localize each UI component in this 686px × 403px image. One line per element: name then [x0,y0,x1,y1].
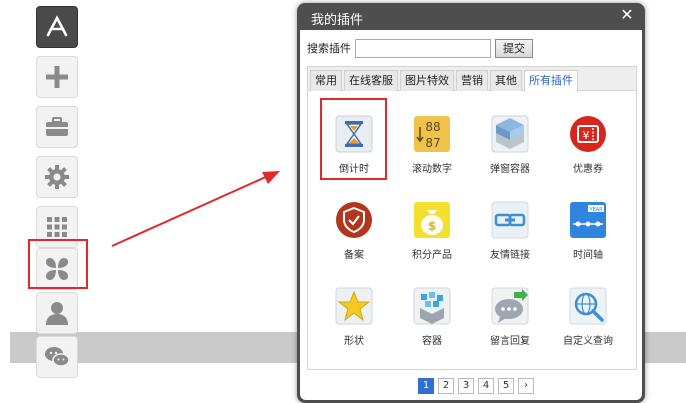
tab-online-service[interactable]: 在线客服 [344,70,398,91]
plugin-tabs-panel: 常用 在线客服 图片特效 营销 其他 所有插件 倒计时 88 87 滚动数字 弹… [307,66,637,370]
pagination: 1 2 3 4 5 › [418,378,538,394]
timeline-icon: YEAR [570,202,606,238]
toolbar-highlight-box [28,239,88,289]
plugin-label: 优惠券 [573,164,603,175]
page-5[interactable]: 5 [498,378,514,394]
next-page-button[interactable]: › [518,378,534,394]
dialog-body: 搜索插件 提交 常用 在线客服 图片特效 营销 其他 所有插件 倒计时 88 8… [300,30,642,400]
plugin-coupon[interactable]: ¥ 优惠券 [553,114,623,184]
toolbar-add-button[interactable] [36,56,78,98]
plugin-label: 备案 [344,250,364,261]
tab-common[interactable]: 常用 [310,70,342,91]
svg-text:¥: ¥ [583,129,590,142]
toolbar-toolbox-button[interactable] [36,106,78,148]
shield-icon [336,202,372,238]
page-3[interactable]: 3 [458,378,474,394]
page-2[interactable]: 2 [438,378,454,394]
plugin-label: 积分产品 [412,250,452,261]
plugin-filing[interactable]: 备案 [319,200,389,270]
plugin-label: 形状 [344,336,364,347]
plugin-grid: 倒计时 88 87 滚动数字 弹窗容器 ¥ 优惠券 备案 $ 积分产品 友情链接… [308,92,636,370]
plugin-label: 滚动数字 [412,164,452,175]
search-row: 搜索插件 提交 [307,38,533,58]
person-icon [46,302,68,325]
chat-reply-icon [491,287,529,325]
toolbar-user-button[interactable] [36,292,78,334]
plugin-highlight-box [320,98,387,180]
plugin-popup-container[interactable]: 弹窗容器 [475,114,545,184]
link-icon [491,201,529,239]
plugin-label: 自定义查询 [563,336,613,347]
toolbar-wechat-button[interactable] [36,336,78,378]
tab-marketing[interactable]: 营销 [456,70,488,91]
plus-icon [46,66,68,88]
svg-text:YEAR: YEAR [588,207,603,213]
star-icon [335,287,373,325]
grid-icon [47,217,67,237]
search-input[interactable] [355,38,491,58]
svg-text:87: 87 [425,136,440,150]
page-1[interactable]: 1 [418,378,434,394]
plugin-points-product[interactable]: $ 积分产品 [397,200,467,270]
tab-image-effects[interactable]: 图片特效 [400,70,454,91]
toolbox-icon [46,117,68,136]
plugin-shape[interactable]: 形状 [319,286,389,356]
dialog-title: 我的插件 [311,13,364,28]
close-icon[interactable]: ✕ [619,7,635,23]
plugin-custom-query[interactable]: 自定义查询 [553,286,623,356]
tab-other[interactable]: 其他 [490,70,522,91]
gear-icon [45,165,69,189]
popup-layers-icon [491,115,529,153]
plugin-label: 容器 [422,336,442,347]
toolbar-app-store-button[interactable] [36,6,78,48]
submit-button[interactable]: 提交 [495,38,533,58]
plugin-friend-links[interactable]: 友情链接 [475,200,545,270]
tab-bar: 常用 在线客服 图片特效 营销 其他 所有插件 [308,67,636,92]
coupon-icon: ¥ [570,116,606,152]
plugin-message-reply[interactable]: 留言回复 [475,286,545,356]
plugin-label: 弹窗容器 [490,164,530,175]
svg-text:$: $ [428,219,436,233]
plugin-container[interactable]: 容器 [397,286,467,356]
page-4[interactable]: 4 [478,378,494,394]
plugin-rolling-number[interactable]: 88 87 滚动数字 [397,114,467,184]
blocks-icon [413,287,451,325]
plugin-label: 友情链接 [490,250,530,261]
search-globe-icon [569,287,607,325]
money-bag-icon: $ [414,202,450,238]
plugin-dialog: 我的插件 ✕ 搜索插件 提交 常用 在线客服 图片特效 营销 其他 所有插件 倒… [297,3,645,403]
search-label: 搜索插件 [307,42,351,55]
wechat-icon [45,347,70,367]
plugin-timeline[interactable]: YEAR 时间轴 [553,200,623,270]
app-store-icon [46,15,68,37]
plugin-label: 时间轴 [573,250,603,261]
toolbar-settings-button[interactable] [36,156,78,198]
rolling-number-icon: 88 87 [414,116,450,152]
svg-text:88: 88 [425,120,440,134]
plugin-label: 留言回复 [490,336,530,347]
tab-all-plugins[interactable]: 所有插件 [524,70,578,92]
